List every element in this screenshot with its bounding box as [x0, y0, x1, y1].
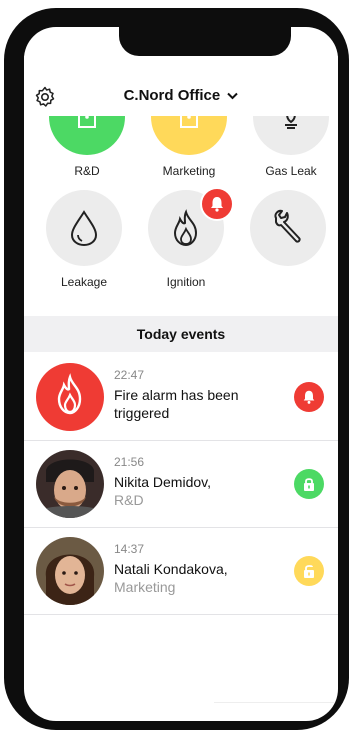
event-person-name: Nikita Demidov,	[114, 474, 211, 490]
section-header: Today events	[24, 316, 338, 352]
alarm-status	[294, 382, 324, 412]
event-row-fire-alarm[interactable]: 22:47 Fire alarm has been triggered	[24, 354, 338, 439]
tile-ignition-circle	[148, 187, 234, 266]
event-title-line1: Fire alarm has been	[114, 387, 239, 403]
alarm-badge	[200, 187, 234, 221]
home-area-line	[214, 702, 338, 703]
event-time: 22:47	[114, 368, 145, 382]
tile-leakage-circle	[46, 190, 122, 266]
alarm-bell-icon	[303, 390, 315, 404]
event-department: R&D	[114, 492, 144, 508]
event-department: Marketing	[114, 579, 176, 595]
divider	[24, 614, 338, 615]
event-person-name: Natali Kondakova,	[114, 561, 228, 577]
water-drop-icon	[70, 210, 98, 247]
event-row-natali[interactable]: 14:37 Natali Kondakova, Marketing	[24, 528, 338, 613]
person-photo	[36, 537, 104, 605]
page-title: C.Nord Office	[123, 87, 221, 104]
fire-alarm-avatar	[36, 363, 104, 431]
event-time: 21:56	[114, 455, 145, 469]
phone-notch	[119, 27, 291, 56]
app-screen: R&D Marketing Gas Leak C.Nord Office Lea…	[24, 27, 338, 721]
app-header: C.Nord Office	[24, 56, 338, 120]
tile-leakage[interactable]: Leakage	[46, 190, 122, 289]
event-title: Fire alarm has been triggered	[114, 386, 289, 422]
tile-label: Leakage	[60, 275, 108, 289]
person-photo	[36, 450, 104, 518]
bell-icon	[211, 197, 223, 212]
event-title-line2: triggered	[114, 405, 170, 421]
tile-label: R&D	[74, 164, 100, 178]
lock-open-icon	[304, 565, 314, 578]
event-row-nikita[interactable]: 21:56 Nikita Demidov, R&D	[24, 441, 338, 526]
wrench-icon	[274, 209, 301, 243]
tile-maintenance[interactable]	[250, 190, 326, 275]
lock-status	[294, 469, 324, 499]
tile-maintenance-circle	[250, 190, 326, 266]
chevron-down-icon	[227, 92, 239, 100]
avatar	[36, 537, 104, 605]
lock-status	[294, 556, 324, 586]
avatar	[36, 450, 104, 518]
fire-icon	[173, 209, 198, 247]
lock-closed-icon	[304, 478, 314, 491]
phone-frame: R&D Marketing Gas Leak C.Nord Office Lea…	[4, 8, 349, 730]
fire-icon	[57, 373, 82, 415]
tile-label: Ignition	[166, 275, 206, 289]
location-dropdown[interactable]: C.Nord Office	[24, 87, 338, 104]
event-time: 14:37	[114, 542, 145, 556]
tile-label: Gas Leak	[265, 164, 317, 178]
tile-ignition[interactable]: Ignition	[148, 187, 234, 289]
tile-label: Marketing	[162, 164, 216, 178]
